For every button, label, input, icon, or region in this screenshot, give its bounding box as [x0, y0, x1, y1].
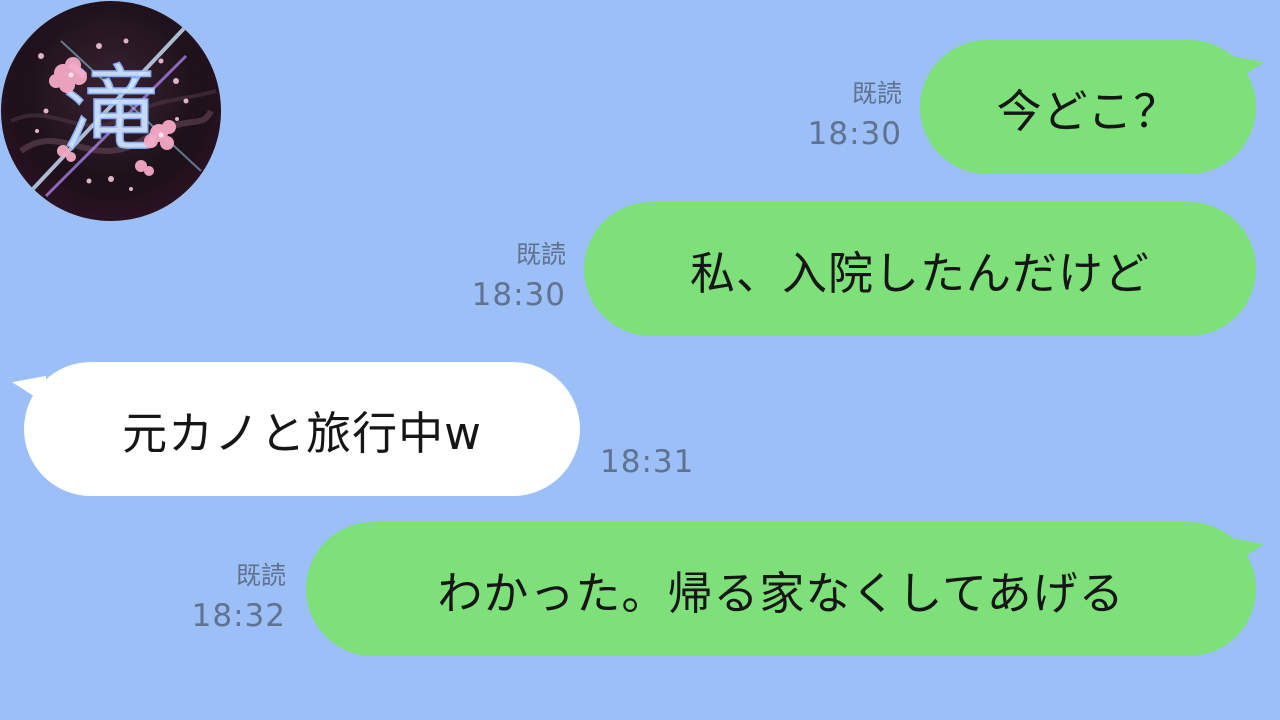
- message-3-meta: 18:31: [600, 442, 720, 482]
- timestamp: 18:30: [471, 277, 566, 313]
- message-1-meta: 既読 18:30: [780, 74, 902, 154]
- message-text: 私、入院したんだけど: [689, 246, 1150, 300]
- sent-message-bubble[interactable]: わかった。帰る家なくしてあげる: [306, 522, 1256, 656]
- message-text: 今どこ？: [996, 84, 1180, 138]
- timestamp: 18:31: [600, 444, 695, 480]
- message-2-meta: 既読 18:30: [440, 235, 566, 315]
- timestamp: 18:30: [807, 116, 902, 152]
- read-receipt: 既読: [235, 561, 286, 590]
- chat-view: 滝 既読 18:30 今どこ？ 既読 18:30 私、入院したんだけど 元カノと…: [0, 0, 1280, 720]
- received-message-bubble[interactable]: 元カノと旅行中w: [24, 362, 580, 496]
- message-text: わかった。帰る家なくしてあげる: [437, 566, 1125, 620]
- sakura-kanji-avatar-icon: 滝: [10, 19, 217, 198]
- contact-avatar[interactable]: 滝: [1, 1, 221, 221]
- sent-message-bubble[interactable]: 今どこ？: [920, 40, 1256, 174]
- timestamp: 18:32: [191, 598, 286, 634]
- read-receipt: 既読: [851, 79, 902, 108]
- message-4-meta: 既読 18:32: [162, 556, 286, 636]
- read-receipt: 既読: [515, 240, 566, 269]
- message-text: 元カノと旅行中w: [122, 406, 482, 460]
- sent-message-bubble[interactable]: 私、入院したんだけど: [584, 202, 1256, 336]
